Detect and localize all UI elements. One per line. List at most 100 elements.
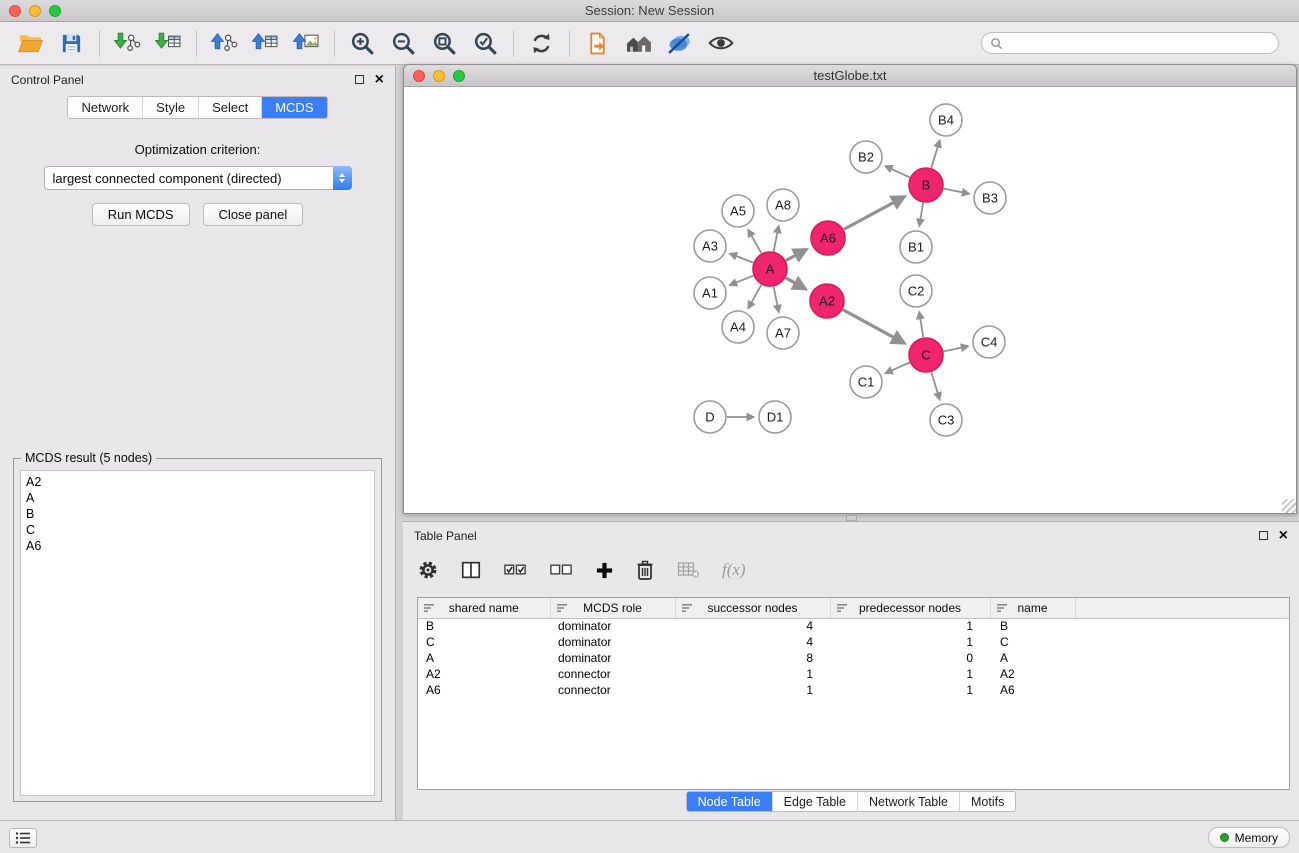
graph-node-A3[interactable]: A3	[694, 230, 726, 262]
zoom-fit-button[interactable]	[424, 26, 465, 60]
graph-edge-A-A1[interactable]	[730, 276, 754, 286]
search-box[interactable]	[981, 32, 1279, 54]
export-image-button[interactable]	[286, 26, 327, 60]
zoom-network-window-icon[interactable]	[453, 70, 465, 82]
graph-node-C4[interactable]: C4	[973, 326, 1005, 358]
graph-node-A1[interactable]: A1	[694, 277, 726, 309]
graph-edge-A-A6[interactable]	[786, 249, 807, 260]
graph-node-C3[interactable]: C3	[930, 404, 962, 436]
graph-edge-B-B4[interactable]	[931, 140, 940, 168]
mcds-result-item[interactable]: A6	[26, 538, 369, 554]
graph-edge-A-A3[interactable]	[730, 254, 754, 263]
graph-edge-A-A8[interactable]	[774, 226, 779, 252]
import-network-button[interactable]	[107, 26, 148, 60]
import-table-disabled-button[interactable]	[676, 560, 701, 580]
tab-select[interactable]: Select	[199, 97, 262, 118]
graph-node-C2[interactable]: C2	[900, 275, 932, 307]
minimize-window-icon[interactable]	[29, 5, 41, 17]
graph-node-B1[interactable]: B1	[900, 231, 932, 263]
close-table-panel-icon[interactable]: ×	[1279, 528, 1288, 544]
show-columns-button[interactable]	[460, 559, 482, 581]
tab-network-table[interactable]: Network Table	[858, 792, 960, 811]
zoom-selected-button[interactable]	[465, 26, 506, 60]
export-table-button[interactable]	[245, 26, 286, 60]
graph-edge-C-C3[interactable]	[931, 372, 940, 400]
graph-node-C1[interactable]: C1	[850, 366, 882, 398]
table-row[interactable]: Cdominator41C	[418, 634, 1289, 650]
graph-node-A4[interactable]: A4	[722, 311, 754, 343]
graph-node-A2[interactable]: A2	[810, 284, 844, 318]
tab-style[interactable]: Style	[143, 97, 199, 118]
graph-node-B4[interactable]: B4	[930, 104, 962, 136]
graph-edge-B-B2[interactable]	[885, 166, 910, 178]
table-row[interactable]: A6connector11A6	[418, 682, 1289, 698]
graph-edge-A2-C[interactable]	[843, 310, 905, 344]
zoom-out-button[interactable]	[383, 26, 424, 60]
deselect-all-button[interactable]	[549, 560, 574, 580]
graph-node-B3[interactable]: B3	[974, 182, 1006, 214]
open-session-button[interactable]	[10, 26, 51, 60]
graph-node-B[interactable]: B	[909, 168, 943, 202]
add-column-button[interactable]	[595, 561, 614, 580]
graph-node-C[interactable]: C	[909, 338, 943, 372]
function-builder-button[interactable]: f(x)	[722, 560, 746, 580]
mcds-result-list[interactable]: A2ABCA6	[20, 470, 375, 796]
graph-edge-A-A7[interactable]	[774, 287, 779, 313]
show-hide-button[interactable]	[700, 26, 741, 60]
column-header-predecessor-nodes[interactable]: predecessor nodes	[830, 598, 990, 618]
close-panel-icon[interactable]: ×	[375, 72, 384, 88]
graph-edge-A6-B[interactable]	[844, 196, 905, 229]
graph-edge-B-B3[interactable]	[944, 189, 970, 194]
tab-network[interactable]: Network	[68, 97, 143, 118]
node-table[interactable]: shared name MCDS role successor nodes pr…	[417, 597, 1290, 790]
mcds-result-item[interactable]: A2	[26, 474, 369, 490]
tab-node-table[interactable]: Node Table	[687, 792, 773, 811]
column-header-name[interactable]: name	[990, 598, 1075, 618]
close-network-window-icon[interactable]	[413, 70, 425, 82]
graph-edge-A-A2[interactable]	[786, 278, 806, 290]
close-panel-button[interactable]: Close panel	[203, 203, 304, 226]
memory-button[interactable]: Memory	[1208, 827, 1290, 848]
table-settings-button[interactable]	[417, 559, 439, 581]
graph-edge-C-C4[interactable]	[944, 346, 969, 351]
table-row[interactable]: A2connector11A2	[418, 666, 1289, 682]
tab-edge-table[interactable]: Edge Table	[773, 792, 858, 811]
graph-node-A6[interactable]: A6	[811, 221, 845, 255]
export-network-button[interactable]	[204, 26, 245, 60]
criterion-dropdown[interactable]: largest connected component (directed)	[44, 166, 352, 190]
graph-node-A7[interactable]: A7	[767, 317, 799, 349]
select-all-button[interactable]	[503, 560, 528, 580]
graph-node-D1[interactable]: D1	[759, 401, 791, 433]
run-mcds-button[interactable]: Run MCDS	[92, 203, 190, 226]
float-table-panel-icon[interactable]	[1259, 531, 1268, 540]
column-header-shared-name[interactable]: shared name	[418, 598, 550, 618]
close-window-icon[interactable]	[9, 5, 21, 17]
column-header-successor-nodes[interactable]: successor nodes	[675, 598, 830, 618]
resize-grip[interactable]	[1282, 499, 1296, 513]
graph-edge-C-C2[interactable]	[919, 312, 923, 338]
float-panel-icon[interactable]	[355, 75, 364, 84]
mcds-result-item[interactable]: A	[26, 490, 369, 506]
save-session-button[interactable]	[51, 26, 92, 60]
minimize-network-window-icon[interactable]	[433, 70, 445, 82]
hide-details-button[interactable]	[659, 26, 700, 60]
graph-edge-B-B1[interactable]	[919, 203, 923, 227]
network-overview-button[interactable]	[618, 26, 659, 60]
mcds-result-item[interactable]: C	[26, 522, 369, 538]
mcds-result-item[interactable]: B	[26, 506, 369, 522]
tab-mcds[interactable]: MCDS	[262, 97, 326, 118]
graph-node-D[interactable]: D	[694, 401, 726, 433]
open-file-button[interactable]	[577, 26, 618, 60]
graph-node-A[interactable]: A	[753, 252, 787, 286]
graph-edge-A-A4[interactable]	[748, 285, 761, 309]
zoom-window-icon[interactable]	[49, 5, 61, 17]
graph-node-A8[interactable]: A8	[767, 189, 799, 221]
graph-node-B2[interactable]: B2	[850, 141, 882, 173]
column-header-mcds-role[interactable]: MCDS role	[550, 598, 675, 618]
graph-edge-A-A5[interactable]	[748, 229, 761, 253]
zoom-in-button[interactable]	[342, 26, 383, 60]
network-canvas[interactable]: B4B2BB3A8A5A6A3B1AC2A1A2A4A7C4CC1DD1C3	[404, 87, 1296, 513]
graph-edge-C-C1[interactable]	[885, 362, 909, 373]
tab-motifs[interactable]: Motifs	[960, 792, 1015, 811]
task-history-button[interactable]	[9, 828, 37, 848]
